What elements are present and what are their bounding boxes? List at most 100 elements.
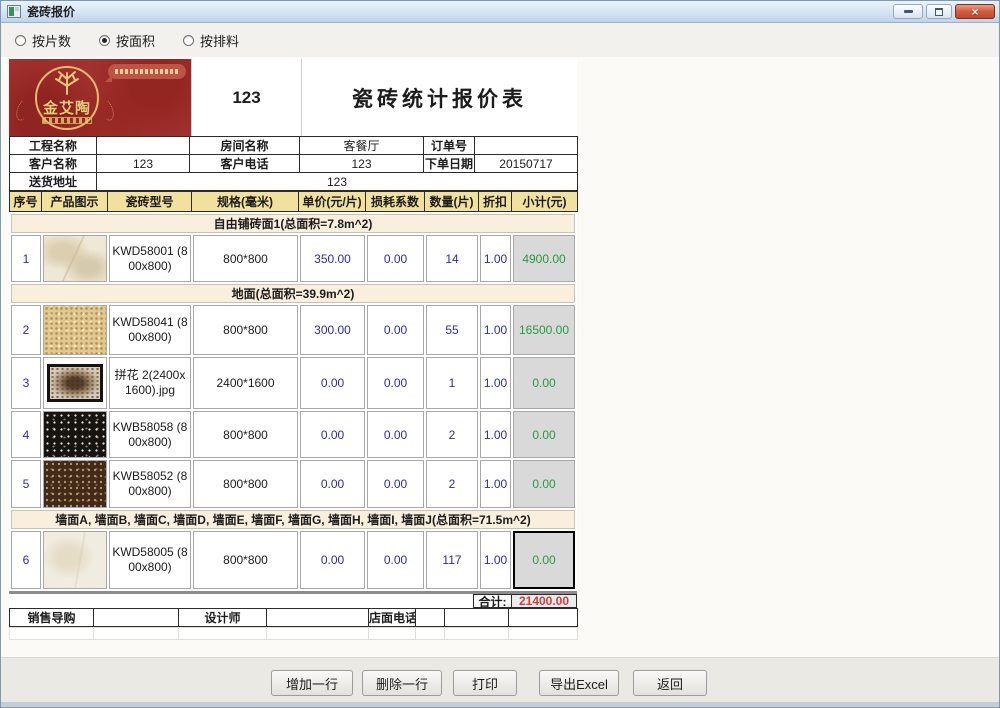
radio-by-pieces[interactable]: 按片数 [15, 31, 71, 50]
row-4-spec[interactable]: 800*800 [193, 411, 298, 458]
room-name-value[interactable]: 客餐厅 [300, 137, 424, 155]
row-2-price[interactable]: 300.00 [300, 305, 365, 355]
empty-cell[interactable] [445, 628, 509, 640]
empty-cell[interactable] [267, 628, 369, 640]
empty-cell[interactable] [10, 628, 94, 640]
row-3-no[interactable]: 3 [11, 357, 41, 409]
row-2-loss[interactable]: 0.00 [367, 305, 424, 355]
col-header-spec: 规格(毫米) [192, 192, 299, 212]
row-6-subtotal-selected-cell[interactable]: 0.00 [513, 531, 575, 589]
print-button[interactable]: 打印 [453, 670, 517, 696]
row-1-model[interactable]: KWD58001 (800x800) [109, 235, 191, 282]
window-controls: × [893, 4, 995, 19]
window-title: 瓷砖报价 [27, 3, 75, 20]
store-phone-value[interactable] [416, 609, 445, 627]
radio-unselected-icon [183, 35, 194, 46]
row-1-qty[interactable]: 14 [426, 235, 478, 282]
col-header-no: 序号 [10, 192, 42, 212]
row-4-qty[interactable]: 2 [426, 411, 478, 458]
customer-phone-value[interactable]: 123 [300, 155, 424, 173]
back-button[interactable]: 返回 [633, 670, 707, 696]
order-date-value[interactable]: 20150717 [475, 155, 578, 173]
radio-by-layout[interactable]: 按排料 [183, 31, 239, 50]
row-3-spec[interactable]: 2400*1600 [193, 357, 298, 409]
delete-row-button[interactable]: 删除一行 [362, 670, 442, 696]
row-5-spec[interactable]: 800*800 [193, 460, 298, 508]
row-6-qty[interactable]: 117 [426, 531, 478, 589]
footer-empty-cell[interactable] [445, 609, 509, 627]
row-6-price[interactable]: 0.00 [300, 531, 365, 589]
customer-name-value[interactable]: 123 [97, 155, 190, 173]
row-5-qty[interactable]: 2 [426, 460, 478, 508]
empty-cell[interactable] [94, 628, 179, 640]
row-4-price[interactable]: 0.00 [300, 411, 365, 458]
restore-button[interactable] [926, 4, 952, 19]
delivery-address-value[interactable]: 123 [97, 173, 578, 191]
tile-image-icon [44, 532, 106, 588]
row-5-model[interactable]: KWB58052 (800x800) [109, 460, 191, 508]
project-name-value[interactable] [97, 137, 190, 155]
row-4-discount[interactable]: 1.00 [480, 411, 511, 458]
row-6-loss[interactable]: 0.00 [367, 531, 424, 589]
radio-by-pieces-label: 按片数 [32, 31, 71, 50]
row-4-model[interactable]: KWB58058 (800x800) [109, 411, 191, 458]
col-header-loss: 损耗系数 [366, 192, 425, 212]
order-date-label: 下单日期 [424, 155, 475, 173]
radio-unselected-icon [15, 35, 26, 46]
project-name-label: 工程名称 [10, 137, 97, 155]
row-6-discount[interactable]: 1.00 [480, 531, 511, 589]
row-3-qty[interactable]: 1 [426, 357, 478, 409]
row-2-spec[interactable]: 800*800 [193, 305, 298, 355]
mode-toolbar: 按片数 按面积 按排料 [1, 23, 999, 57]
action-bar: 增加一行 删除一行 打印 导出Excel 返回 [1, 657, 999, 707]
row-1-product-image[interactable] [43, 235, 107, 282]
empty-cell[interactable] [369, 628, 416, 640]
row-3-discount[interactable]: 1.00 [480, 357, 511, 409]
row-3-product-image[interactable] [43, 357, 107, 409]
row-3-price[interactable]: 0.00 [300, 357, 365, 409]
radio-by-area-label: 按面积 [116, 31, 155, 50]
row-1-no[interactable]: 1 [11, 235, 41, 282]
row-1-discount[interactable]: 1.00 [480, 235, 511, 282]
empty-cell[interactable] [416, 628, 445, 640]
row-2-no[interactable]: 2 [11, 305, 41, 355]
row-6-no[interactable]: 6 [11, 531, 41, 589]
close-button[interactable]: × [955, 4, 995, 19]
footer-empty-cell[interactable] [509, 609, 578, 627]
row-1-loss[interactable]: 0.00 [367, 235, 424, 282]
row-3-model[interactable]: 拼花 2(2400x1600).jpg [109, 357, 191, 409]
row-6-spec[interactable]: 800*800 [193, 531, 298, 589]
row-6-model[interactable]: KWD58005 (800x800) [109, 531, 191, 589]
row-5-discount[interactable]: 1.00 [480, 460, 511, 508]
row-2-product-image[interactable] [43, 305, 107, 355]
row-2-discount[interactable]: 1.00 [480, 305, 511, 355]
brand-name: 金艾陶 [29, 97, 105, 118]
minimize-button[interactable] [893, 4, 923, 19]
row-2-qty[interactable]: 55 [426, 305, 478, 355]
sales-guide-value[interactable] [94, 609, 179, 627]
row-4-product-image[interactable] [43, 411, 107, 458]
order-no-value[interactable] [475, 137, 578, 155]
order-code-cell[interactable]: 123 [191, 59, 301, 136]
designer-value[interactable] [267, 609, 369, 627]
add-row-button[interactable]: 增加一行 [271, 670, 353, 696]
sheet-header: 金艾陶 123 瓷砖统计报价表 [9, 59, 577, 136]
radio-by-area[interactable]: 按面积 [99, 31, 155, 50]
row-6-product-image[interactable] [43, 531, 107, 589]
section-floor: 地面(总面积=39.9m^2) [11, 284, 575, 303]
row-5-no[interactable]: 5 [11, 460, 41, 508]
row-4-no[interactable]: 4 [11, 411, 41, 458]
store-phone-label: 店面电话 [369, 609, 416, 627]
empty-cell[interactable] [179, 628, 267, 640]
row-5-price[interactable]: 0.00 [300, 460, 365, 508]
export-excel-button[interactable]: 导出Excel [539, 670, 619, 696]
row-3-loss[interactable]: 0.00 [367, 357, 424, 409]
row-5-product-image[interactable] [43, 460, 107, 508]
row-1-spec[interactable]: 800*800 [193, 235, 298, 282]
row-1-price[interactable]: 350.00 [300, 235, 365, 282]
row-4-loss[interactable]: 0.00 [367, 411, 424, 458]
app-icon [7, 5, 21, 18]
row-2-model[interactable]: KWD58041 (800x800) [109, 305, 191, 355]
empty-cell[interactable] [509, 628, 578, 640]
row-5-loss[interactable]: 0.00 [367, 460, 424, 508]
